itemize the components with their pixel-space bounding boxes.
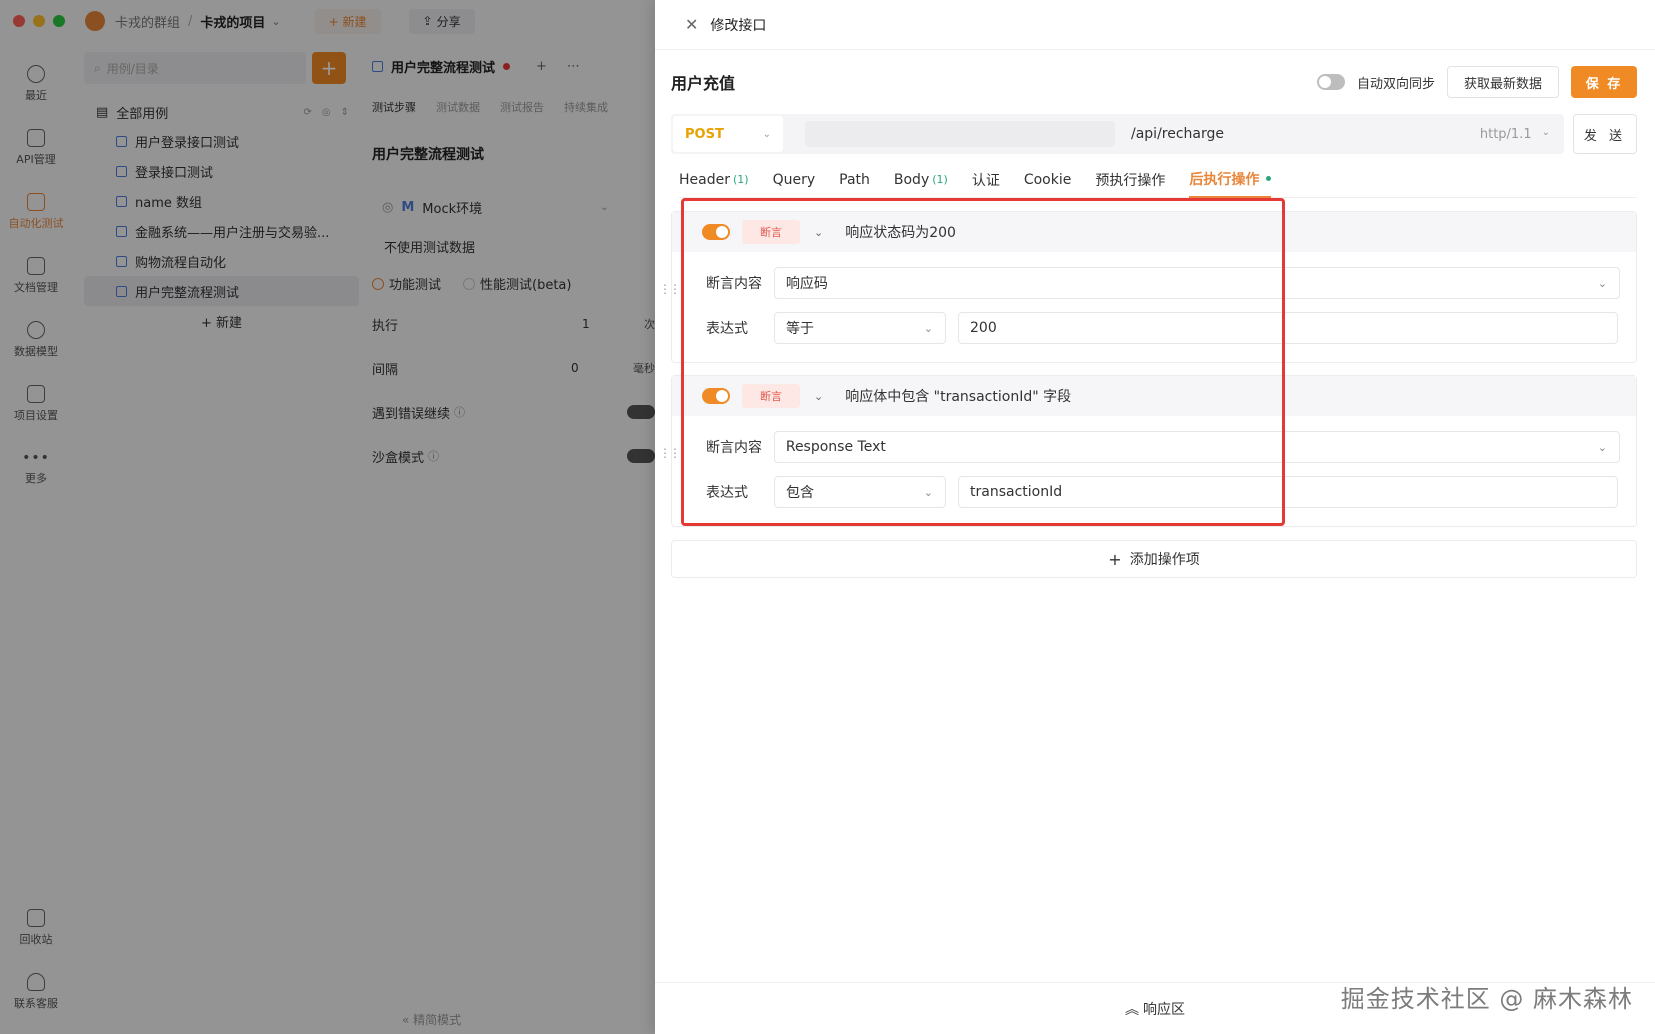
chevron-down-icon: ⌄ [1597, 276, 1607, 290]
assertion-card: ⋮⋮ 断言 ⌄ 响应状态码为200 断言内容 响应码 ⌄ 表达式 等于 ⌄ 200 [659, 211, 1637, 363]
operator-value: 等于 [786, 321, 814, 337]
assertion-title: 响应状态码为200 [845, 225, 956, 241]
chevron-down-icon[interactable]: ⌄ [814, 390, 823, 403]
tab-label: Header [679, 171, 730, 188]
operator-select[interactable]: 等于 ⌄ [774, 312, 946, 344]
request-url-row: POST ⌄ /api/recharge http/1.1 ⌄ 发 送 [671, 114, 1637, 154]
content-label: 断言内容 [706, 276, 762, 292]
tab-body[interactable]: Body (1) [894, 162, 948, 198]
content-label: 断言内容 [706, 440, 762, 456]
chevron-down-icon[interactable]: ⌄ [814, 226, 823, 239]
edit-api-drawer: ✕ 修改接口 用户充值 自动双向同步 获取最新数据 保 存 POST ⌄ /api… [655, 0, 1655, 1034]
tab-count: (1) [732, 173, 749, 186]
method-select[interactable]: POST ⌄ [673, 116, 783, 152]
plus-icon: + [1108, 549, 1122, 569]
sync-control: 自动双向同步 [1316, 73, 1435, 92]
drawer-header: ✕ 修改接口 [655, 0, 1655, 50]
url-bar: POST ⌄ /api/recharge http/1.1 ⌄ [671, 114, 1564, 154]
tab-label: 认证 [971, 172, 1000, 189]
tab-path[interactable]: Path [839, 162, 870, 198]
chevron-up-icon: ︽ [1125, 1001, 1139, 1018]
chevron-down-icon: ⌄ [1541, 126, 1550, 138]
expected-value-input[interactable]: transactionId [958, 476, 1618, 508]
expression-label: 表达式 [706, 321, 748, 337]
tab-auth[interactable]: 认证 [972, 162, 1000, 198]
expected-value: 200 [970, 320, 997, 336]
assertion-content-select[interactable]: 响应码 ⌄ [773, 267, 1620, 299]
drag-handle-icon[interactable]: ⋮⋮ [659, 446, 681, 460]
assertion-content-select[interactable]: Response Text ⌄ [773, 431, 1620, 463]
drawer-title: 修改接口 [710, 17, 767, 34]
tab-cookie[interactable]: Cookie [1024, 162, 1072, 198]
tab-label: Body [893, 171, 930, 188]
chevron-down-icon: ⌄ [1597, 440, 1607, 454]
save-button[interactable]: 保 存 [1571, 66, 1637, 98]
assertion-toggle[interactable] [702, 224, 730, 240]
api-name-row: 用户充值 自动双向同步 获取最新数据 保 存 [671, 64, 1637, 100]
tab-count: (1) [932, 173, 948, 186]
tab-label: Cookie [1023, 171, 1072, 188]
tab-header[interactable]: Header (1) [679, 162, 749, 198]
tab-label: Path [839, 171, 870, 188]
modal-overlay[interactable] [0, 0, 655, 1034]
protocol-select[interactable]: http/1.1 ⌄ [1480, 127, 1550, 142]
add-operation-label: 添加操作项 [1129, 552, 1200, 568]
host-redacted [805, 121, 1115, 147]
chevron-down-icon: ⌄ [923, 321, 933, 335]
status-dot [1266, 176, 1272, 181]
sync-label: 自动双向同步 [1356, 76, 1435, 92]
tab-label: 后执行操作 [1189, 171, 1260, 188]
tab-post-operations[interactable]: 后执行操作 [1189, 162, 1272, 198]
chevron-down-icon: ⌄ [762, 128, 771, 140]
tab-label: Query [772, 171, 816, 188]
assertion-card: ⋮⋮ 断言 ⌄ 响应体中包含 "transactionId" 字段 断言内容 R… [659, 375, 1637, 527]
drag-handle-icon[interactable]: ⋮⋮ [659, 282, 681, 296]
assertion-title: 响应体中包含 "transactionId" 字段 [845, 389, 1072, 405]
assertion-tag: 断言 [742, 220, 800, 244]
operator-select[interactable]: 包含 ⌄ [774, 476, 946, 508]
send-button[interactable]: 发 送 [1573, 114, 1637, 154]
fetch-latest-button[interactable]: 获取最新数据 [1446, 66, 1559, 98]
chevron-down-icon: ⌄ [923, 485, 933, 499]
method-label: POST [685, 126, 724, 142]
assertion-tag: 断言 [742, 384, 800, 408]
expected-value-input[interactable]: 200 [958, 312, 1618, 344]
watermark: 掘金技术社区 @ 麻木森林 [1340, 985, 1633, 1013]
expected-value: transactionId [970, 484, 1063, 500]
assertion-header[interactable]: 断言 ⌄ 响应体中包含 "transactionId" 字段 [672, 376, 1636, 416]
assertion-content-value: 响应码 [785, 276, 828, 292]
tab-label: 预执行操作 [1095, 172, 1166, 189]
add-operation-button[interactable]: + 添加操作项 [671, 540, 1637, 578]
response-label: 响应区 [1143, 1001, 1185, 1018]
assertion-toggle[interactable] [702, 388, 730, 404]
assertion-header[interactable]: 断言 ⌄ 响应状态码为200 [672, 212, 1636, 252]
sync-toggle[interactable] [1316, 74, 1345, 90]
operator-value: 包含 [786, 485, 814, 501]
protocol-label: http/1.1 [1479, 126, 1532, 142]
close-icon[interactable]: ✕ [685, 15, 698, 34]
tab-query[interactable]: Query [773, 162, 816, 198]
expression-label: 表达式 [706, 485, 748, 501]
url-path-input[interactable]: /api/recharge [1131, 126, 1224, 142]
api-name[interactable]: 用户充值 [671, 70, 735, 94]
tab-pre-operations[interactable]: 预执行操作 [1095, 162, 1165, 198]
request-tabs: Header (1) Query Path Body (1) 认证 Cookie 预… [679, 162, 1637, 198]
assertion-content-value: Response Text [785, 439, 886, 455]
